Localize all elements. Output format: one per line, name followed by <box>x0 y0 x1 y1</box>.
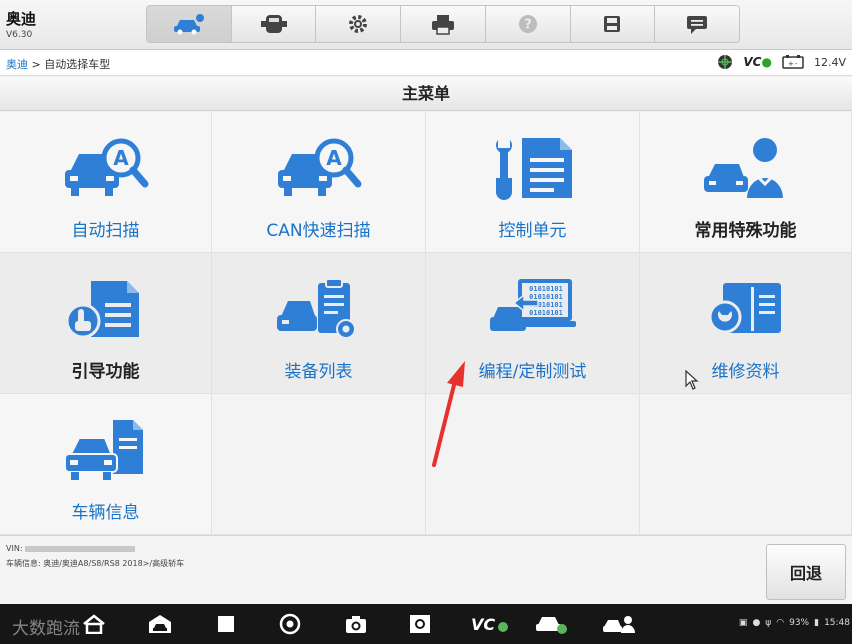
mouse-cursor-icon <box>685 369 699 390</box>
top-bar: 奥迪 V6.30 ? <box>0 0 852 50</box>
battery-percent: 93% <box>789 618 810 628</box>
nav-brightness-button[interactable] <box>406 613 434 635</box>
nav-vci-button[interactable]: VC <box>470 613 510 635</box>
menu-label: 自动扫描 <box>71 221 140 241</box>
battery-icon: + - <box>782 55 804 69</box>
menu-label: 维修资料 <box>711 362 780 382</box>
battery-voltage: 12.4V <box>813 55 846 69</box>
breadcrumb-current: 自动选择车型 <box>44 58 111 71</box>
browser-icon <box>279 613 301 635</box>
svg-text:+: + <box>788 60 794 68</box>
gear-icon <box>349 15 368 33</box>
help-button[interactable]: ? <box>485 6 571 42</box>
car-house-icon <box>149 615 171 633</box>
vehicle-switch-button[interactable] <box>231 6 317 42</box>
breadcrumb: 奥迪 > 自动选择车型 <box>6 58 111 71</box>
printer-icon <box>432 15 455 35</box>
can-quick-scan-icon: A <box>277 138 361 196</box>
message-button[interactable] <box>655 6 739 42</box>
nav-home-button[interactable] <box>80 613 108 635</box>
svg-text:01010101: 01010101 <box>529 309 563 317</box>
svg-text:?: ? <box>524 18 532 33</box>
menu-tile-control-unit[interactable]: 控制单元 <box>426 112 640 253</box>
svg-text:01010101: 01010101 <box>529 285 563 293</box>
toolbar: ? <box>146 5 740 43</box>
menu-label: 引导功能 <box>71 362 140 382</box>
watermark: 大数跑流 <box>12 619 80 639</box>
print-button[interactable] <box>401 6 486 42</box>
location-icon: ● <box>752 618 761 628</box>
menu-tile-repair-info[interactable]: 维修资料 <box>640 253 852 394</box>
nav-remote-button[interactable] <box>602 613 636 635</box>
menu-tile-special-function[interactable]: 常用特殊功能 <box>640 112 852 253</box>
vci-icon: VC <box>471 615 508 634</box>
nav-recent-button[interactable] <box>212 613 240 635</box>
nav-browser-button[interactable] <box>276 613 304 635</box>
menu-tile-guided-function[interactable]: 引导功能 <box>0 253 212 394</box>
vehicle-info-text: 车辆信息: 奥迪/奥迪A8/S8/RS8 2018>/高级轿车 <box>6 559 185 568</box>
system-navbar: 大数跑流 VC ▣ ● ψ ◠ 93% ▮ 15:48 <box>0 604 852 644</box>
menu-tile-vehicle-info[interactable]: 车辆信息 <box>0 394 212 535</box>
svg-text:VC: VC <box>471 615 495 634</box>
vin-mask <box>24 545 135 552</box>
gallery-icon: ▣ <box>738 618 748 628</box>
menu-label: 车辆信息 <box>71 503 140 523</box>
menu-label: 装备列表 <box>284 362 353 382</box>
status-area: VC● + - 12.4V <box>717 54 846 70</box>
nav-camera-button[interactable] <box>342 613 370 635</box>
menu-tile-equipment-list[interactable]: 装备列表 <box>212 253 426 394</box>
svg-text:A: A <box>113 146 129 170</box>
car-scan-icon: A <box>64 138 148 196</box>
nav-diagnostics-button[interactable] <box>534 613 570 635</box>
repair-info-icon <box>708 283 781 334</box>
system-status: ▣ ● ψ ◠ 93% ▮ 15:48 <box>739 618 850 628</box>
main-menu-grid: A 自动扫描 A CAN快速扫描 控制单元 常用特殊功能 引导功能 装备列表 0… <box>0 112 852 535</box>
car-person-icon <box>603 616 635 633</box>
control-unit-icon <box>495 138 572 200</box>
vehicle-info-icon <box>63 420 143 480</box>
equipment-list-icon <box>276 278 356 339</box>
save-icon <box>604 16 621 32</box>
clock: 15:48 <box>824 618 850 628</box>
main-menu-title: 主菜单 <box>0 77 852 111</box>
menu-label: 常用特殊功能 <box>694 221 797 241</box>
globe-icon <box>718 55 733 69</box>
svg-text:-: - <box>795 60 798 68</box>
nav-car-home-button[interactable] <box>146 613 174 635</box>
svg-text:A: A <box>326 146 342 170</box>
car-home-icon <box>173 14 204 35</box>
menu-tile-empty <box>212 394 426 535</box>
menu-tile-empty <box>640 394 852 535</box>
app-version: V6.30 <box>6 30 33 40</box>
breadcrumb-bar: 奥迪 > 自动选择车型 VC● + - 12.4V <box>0 50 852 76</box>
menu-label: 控制单元 <box>498 221 567 241</box>
car-check-icon <box>536 617 567 634</box>
home-icon <box>83 614 105 634</box>
red-arrow-annotation <box>432 361 465 467</box>
camera-icon <box>346 616 366 633</box>
settings-button[interactable] <box>316 6 402 42</box>
save-button[interactable] <box>570 6 656 42</box>
battery-level-icon: ▮ <box>814 618 820 628</box>
usb-icon: ψ <box>765 618 772 628</box>
help-icon: ? <box>518 15 537 33</box>
menu-tile-can-quick-scan[interactable]: A CAN快速扫描 <box>212 112 426 253</box>
recent-apps-icon <box>218 616 234 632</box>
breadcrumb-link[interactable]: 奥迪 <box>6 58 28 71</box>
back-button[interactable]: 回退 <box>766 544 846 600</box>
brightness-icon <box>410 615 430 633</box>
guided-function-icon <box>65 281 139 339</box>
wifi-icon: ◠ <box>776 618 785 628</box>
vin-field: VIN: <box>6 544 135 553</box>
chat-icon <box>687 16 708 34</box>
home-car-button[interactable] <box>147 6 232 42</box>
menu-label: CAN快速扫描 <box>266 221 371 241</box>
special-function-icon <box>703 138 783 198</box>
car-top-view-icon <box>260 15 287 33</box>
vci-status: VC● <box>743 55 772 69</box>
app-title: 奥迪 <box>6 10 37 28</box>
programming-icon: 01010101 01010101 01010101 01010101 <box>489 279 576 331</box>
menu-tile-auto-scan[interactable]: A 自动扫描 <box>0 112 212 253</box>
vehicle-info-bar: VIN: 车辆信息: 奥迪/奥迪A8/S8/RS8 2018>/高级轿车 回退 <box>0 535 852 604</box>
